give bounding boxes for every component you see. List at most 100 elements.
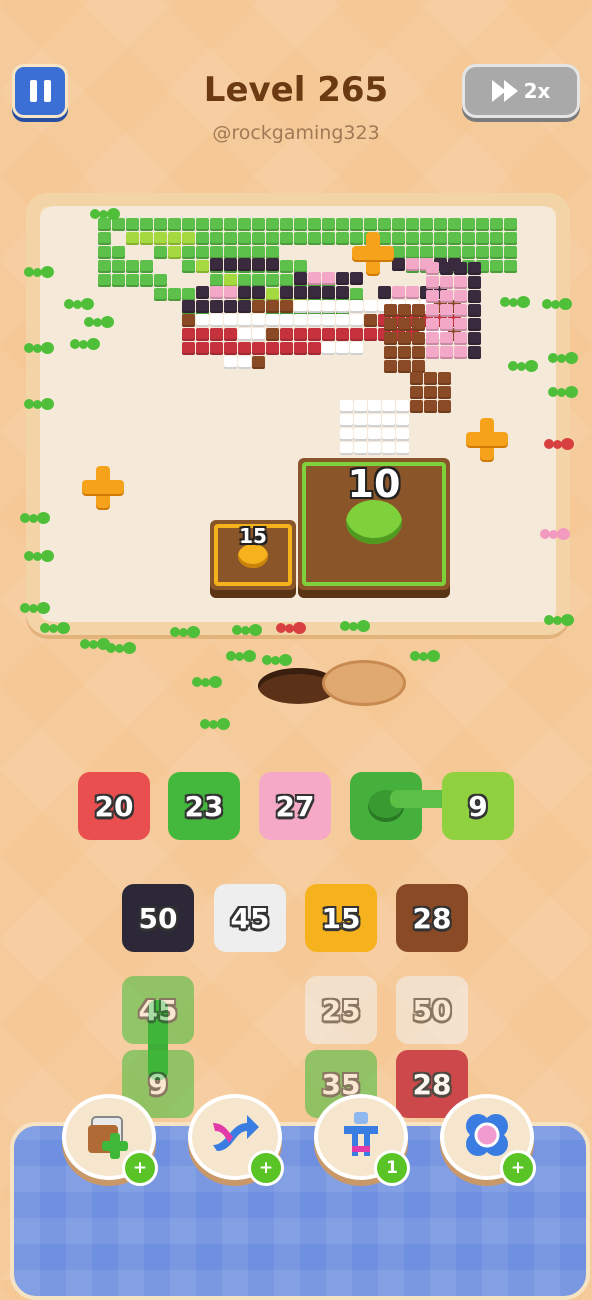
pixel: [490, 246, 503, 259]
pixel: [340, 442, 353, 455]
pixel: [266, 356, 279, 369]
block-value: 50: [138, 901, 178, 935]
pixel: [434, 218, 447, 231]
color-block[interactable]: 23: [168, 772, 240, 840]
pixel: [308, 258, 321, 271]
plus-icon: [352, 232, 394, 274]
pixel: [210, 300, 223, 313]
speed-button[interactable]: 2x: [462, 64, 580, 118]
pixel: [424, 442, 437, 455]
pixel: [384, 318, 397, 331]
ant-icon: [40, 620, 70, 636]
pixel: [182, 314, 195, 327]
pixel: [238, 342, 251, 355]
pixel: [98, 246, 111, 259]
pixel: [490, 232, 503, 245]
pixel: [140, 246, 153, 259]
pixel: [322, 286, 335, 299]
pixel: [426, 290, 439, 303]
pixel: [398, 290, 411, 303]
pixel: [440, 276, 453, 289]
pixel: [280, 342, 293, 355]
pixel: [424, 414, 437, 427]
ant-icon: [226, 648, 256, 664]
pixel: [252, 232, 265, 245]
pixel: [454, 290, 467, 303]
color-block[interactable]: 27: [259, 772, 331, 840]
pixel: [196, 314, 209, 327]
block-value: 27: [275, 789, 315, 823]
pixel: [336, 286, 349, 299]
pixel: [412, 318, 425, 331]
pixel: [476, 218, 489, 231]
pixel: [364, 314, 377, 327]
pixel: [398, 304, 411, 317]
pixel: [98, 274, 111, 287]
pixel: [364, 342, 377, 355]
pixel: [182, 258, 195, 271]
ant-icon: [232, 622, 262, 638]
pixel: [382, 386, 395, 399]
pixel: [426, 346, 439, 359]
ant-crate-large[interactable]: 10: [298, 458, 450, 590]
pixel: [368, 428, 381, 441]
add-slot-powerup-button[interactable]: +: [62, 1094, 158, 1186]
pixel: [196, 328, 209, 341]
pixel: [210, 272, 223, 285]
pixel: [438, 414, 451, 427]
pixel: [140, 232, 153, 245]
color-block[interactable]: 28: [396, 884, 468, 952]
block-value: 45: [230, 901, 270, 935]
pixel: [398, 346, 411, 359]
pixel: [154, 302, 167, 315]
pixel: [382, 428, 395, 441]
pixel: [294, 356, 307, 369]
freeze-powerup-button[interactable]: +: [440, 1094, 536, 1186]
color-block: 45: [122, 976, 194, 1044]
linked-color-block[interactable]: 9: [442, 772, 514, 840]
pixel: [182, 272, 195, 285]
pixel: [440, 262, 453, 275]
pixel: [280, 300, 293, 313]
pixel: [182, 356, 195, 369]
pixel: [210, 342, 223, 355]
pixel: [410, 442, 423, 455]
pixel: [504, 260, 517, 273]
pixel: [424, 400, 437, 413]
block-value: 20: [94, 789, 134, 823]
pixel: [354, 428, 367, 441]
magnet-powerup-button[interactable]: 1: [314, 1094, 410, 1186]
pixel: [224, 258, 237, 271]
color-block[interactable]: 50: [122, 884, 194, 952]
pixel: [154, 288, 167, 301]
pixel: [476, 232, 489, 245]
pixel: [440, 346, 453, 359]
pixel: [462, 232, 475, 245]
color-block[interactable]: 15: [305, 884, 377, 952]
powerup-badge: +: [122, 1150, 158, 1186]
shuffle-powerup-button[interactable]: +: [188, 1094, 284, 1186]
color-block[interactable]: 20: [78, 772, 150, 840]
pixel: [266, 218, 279, 231]
ant-icon: [20, 600, 50, 616]
color-block[interactable]: 45: [214, 884, 286, 952]
pixel: [382, 372, 395, 385]
pixel: [154, 316, 167, 329]
pixel: [384, 304, 397, 317]
pixel: [454, 262, 467, 275]
pixel: [182, 286, 195, 299]
pixel: [126, 218, 139, 231]
pixel: [140, 218, 153, 231]
ant-crate-small[interactable]: 15: [210, 520, 296, 590]
pixel: [308, 356, 321, 369]
pixel: [280, 328, 293, 341]
pixel: [350, 328, 363, 341]
pixel: [308, 328, 321, 341]
ant-icon: [542, 296, 572, 312]
pixel: [168, 232, 181, 245]
pixel: [398, 318, 411, 331]
pixel: [410, 414, 423, 427]
pixel: [322, 356, 335, 369]
pixel: [406, 218, 419, 231]
pixel: [438, 442, 451, 455]
